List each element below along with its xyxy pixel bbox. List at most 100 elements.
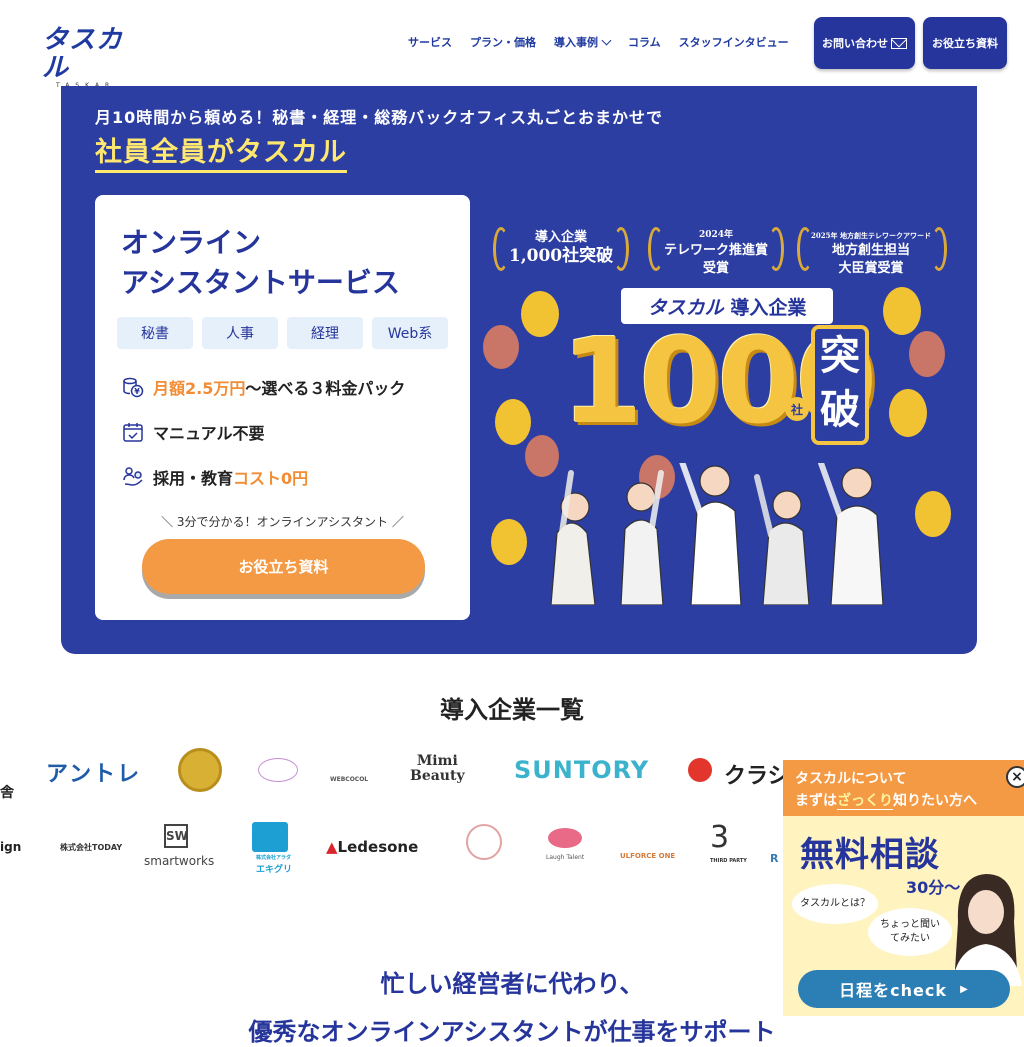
service-card: オンライン アシスタントサービス 秘書 人事 経理 Web系 ¥ 月額2.5万円… xyxy=(95,195,470,620)
hero-section: 月10時間から頼める！秘書・経理・総務バックオフィス丸ごとおまかせで 社員全員が… xyxy=(61,86,977,654)
balloon-rose xyxy=(483,325,519,369)
laurel-icon xyxy=(797,227,813,271)
mail-icon xyxy=(891,37,907,49)
celebrating-people-illustration xyxy=(550,463,884,605)
contact-button[interactable]: お問い合わせ xyxy=(814,17,915,69)
companies-unit: 社 xyxy=(785,397,809,421)
client-logo-mimi: Mimi Beauty xyxy=(410,754,465,784)
feature-cost: 採用・教育コスト0円 xyxy=(121,465,308,489)
service-title-line1: オンライン xyxy=(121,226,262,259)
feature-price: ¥ 月額2.5万円〜選べる３料金パック xyxy=(121,375,405,399)
people-hand-icon xyxy=(123,467,143,486)
nav-item-cases[interactable]: 導入事例 xyxy=(554,34,612,50)
consult-widget-heading: タスカルについて まずはざっくり知りたい方へ xyxy=(795,768,977,812)
feature-manual-text: マニュアル不要 xyxy=(153,424,265,443)
award-companies-line1: 導入企業 xyxy=(534,230,587,245)
breakthrough-badge: 突 破 xyxy=(811,325,869,445)
consult-heading-line2: まずはざっくり知りたい方へ xyxy=(795,790,977,812)
award-minister-line1: 地方創生担当 xyxy=(831,243,910,258)
nav-item-interview[interactable]: スタッフインタビュー xyxy=(679,34,789,50)
breakthrough-line1: 突 xyxy=(820,333,860,379)
balloon-gold xyxy=(883,287,921,335)
client-logo: クラシ xyxy=(724,764,790,789)
main-nav: サービス プラン・価格 導入事例 コラム スタッフインタビュー xyxy=(408,34,807,50)
speech-bubble: ちょっと聞いてみたい xyxy=(868,908,952,956)
award-minister-year: 2025年 地方創生テレワークアワード xyxy=(811,231,931,240)
consult-heading-suffix: 知りたい方へ xyxy=(893,793,977,809)
svg-text:¥: ¥ xyxy=(134,387,140,396)
client-logo: 株式会社アラダ xyxy=(256,855,292,861)
calendar-check-icon xyxy=(123,423,143,442)
balloon-gold xyxy=(495,399,531,445)
promo-graphic: 導入企業 1,000社突破 2024年 テレワーク推進賞 受賞 2025年 地方… xyxy=(483,223,966,605)
client-logo-mark xyxy=(688,758,712,782)
consult-heading-emphasis: ざっくり xyxy=(837,793,893,810)
section-heading-line2: 優秀なオンラインアシスタントが仕事をサポート xyxy=(248,1018,776,1046)
nav-item-plan[interactable]: プラン・価格 xyxy=(470,34,536,50)
client-logo-compass xyxy=(466,824,502,860)
site-header: タスカル TASKAR サービス プラン・価格 導入事例 コラム スタッフインタ… xyxy=(0,0,1024,89)
client-logo: アントレ xyxy=(46,762,142,787)
resource-button[interactable]: お役立ち資料 xyxy=(923,17,1007,69)
feature-price-text: 月額2.5万円〜選べる３料金パック xyxy=(153,375,405,399)
award-companies-line2: 1,000社突破 xyxy=(508,246,614,266)
feature-price-highlight: 月額2.5万円 xyxy=(153,379,246,398)
client-logo: 舎 xyxy=(0,785,14,801)
speech-bubble: タスカルとは？ xyxy=(792,884,878,924)
client-logo-train xyxy=(252,822,288,852)
client-logo: WEBCOCOL xyxy=(330,776,369,783)
nav-item-cases-label: 導入事例 xyxy=(554,36,598,49)
download-resource-button[interactable]: お役立ち資料 xyxy=(142,539,425,594)
award-telework-line1: テレワーク推進賞 xyxy=(663,243,768,258)
cta-caption: ＼ 3分で分かる！オンラインアシスタント ／ xyxy=(161,515,404,529)
client-logo: ULFORCE ONE xyxy=(620,852,676,860)
client-logo-mimi-line1: Mimi xyxy=(416,753,458,769)
download-resource-label: お役立ち資料 xyxy=(238,558,329,576)
award-telework-year: 2024年 xyxy=(698,230,734,240)
feature-price-rest: 〜選べる３料金パック xyxy=(245,379,406,398)
chevron-down-icon xyxy=(601,35,612,46)
award-minister-line2: 大臣賞受賞 xyxy=(838,261,904,276)
consult-title: 無料相談 xyxy=(800,835,940,875)
contact-button-label: お問い合わせ xyxy=(822,37,888,50)
award-minister: 2025年 地方創生テレワークアワード 地方創生担当 大臣賞受賞 xyxy=(796,229,946,281)
client-logo-three: 3 xyxy=(710,820,730,855)
client-logo: Laugh Talent xyxy=(546,854,585,861)
nav-item-service[interactable]: サービス xyxy=(408,34,452,50)
client-logo-heart xyxy=(548,828,582,848)
category-tags: 秘書 人事 経理 Web系 xyxy=(117,317,448,349)
service-title-line2: アシスタントサービス xyxy=(121,266,400,299)
laurel-icon xyxy=(613,227,629,271)
client-logo-badge xyxy=(258,758,298,782)
site-logo[interactable]: タスカル TASKAR xyxy=(42,26,142,89)
client-logo: ▲Ledesone xyxy=(326,838,418,856)
award-telework: 2024年 テレワーク推進賞 受賞 xyxy=(646,229,786,281)
client-logo: smartworks xyxy=(144,854,215,868)
client-logo: THIRD PARTY xyxy=(710,858,747,864)
balloon-rose xyxy=(909,331,945,377)
tag-hr: 人事 xyxy=(202,317,278,349)
nav-item-column[interactable]: コラム xyxy=(628,34,661,50)
hero-headline: 社員全員がタスカル xyxy=(95,130,347,173)
consult-heading-prefix: まずは xyxy=(795,793,837,809)
balloon-gold xyxy=(889,389,927,437)
feature-manual: マニュアル不要 xyxy=(121,420,265,444)
client-logo-ledesone-text: Ledesone xyxy=(337,838,419,856)
cta-caption-text: 3分で分かる！オンラインアシスタント xyxy=(176,515,389,529)
service-title: オンライン アシスタントサービス xyxy=(121,223,400,303)
client-logo-emblem xyxy=(178,748,222,792)
breakthrough-line2: 破 xyxy=(820,387,860,433)
client-logo: 株式会社TODAY xyxy=(60,843,123,852)
resource-button-label: お役立ち資料 xyxy=(932,37,998,50)
laurel-icon xyxy=(493,227,509,271)
section-heading-line1: 忙しい経営者に代わり、 xyxy=(380,970,644,998)
client-logo-mimi-line2: Beauty xyxy=(410,768,465,784)
coins-icon: ¥ xyxy=(123,377,144,398)
client-logo: エキグリ xyxy=(256,865,293,875)
feature-cost-text: 採用・教育コスト0円 xyxy=(153,465,308,489)
close-icon[interactable]: × xyxy=(1006,766,1024,788)
tag-web: Web系 xyxy=(372,317,448,349)
feature-cost-prefix: 採用・教育 xyxy=(153,469,234,488)
laurel-icon xyxy=(931,227,947,271)
tag-secretary: 秘書 xyxy=(117,317,193,349)
